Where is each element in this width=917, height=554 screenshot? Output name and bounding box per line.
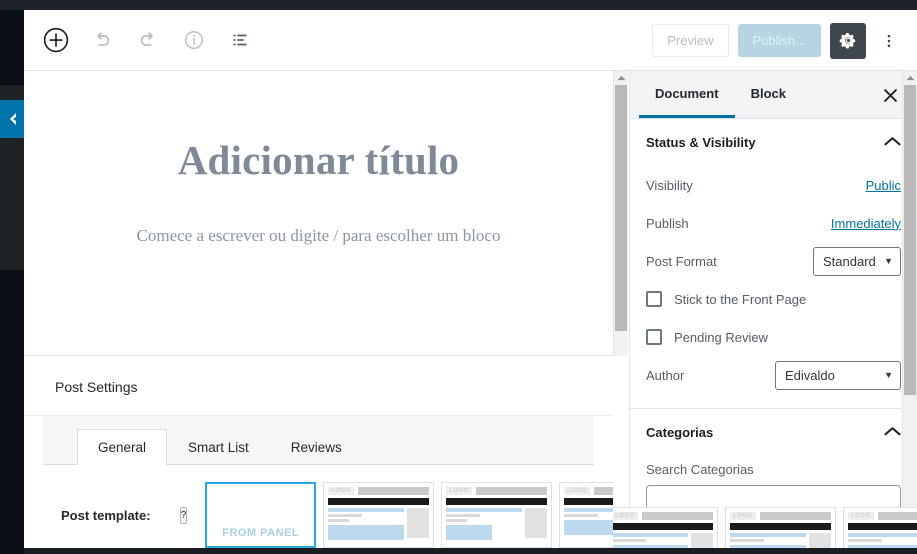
panel-status-visibility: Status & Visibility Visibility Public Pu… xyxy=(630,119,917,409)
preview-button[interactable]: Preview xyxy=(652,24,729,57)
pending-review-checkbox[interactable] xyxy=(646,329,662,345)
chevron-up-icon[interactable] xyxy=(884,134,901,152)
pending-review-label: Pending Review xyxy=(674,329,768,345)
publish-label: Publish xyxy=(646,215,689,231)
frame-top-bar xyxy=(0,0,917,10)
chevron-down-icon: ▼ xyxy=(884,370,893,380)
template-thumbnail-from-panel[interactable]: FROM PANEL xyxy=(205,482,317,548)
add-block-icon[interactable] xyxy=(38,22,74,58)
vertical-dots-icon[interactable] xyxy=(875,23,903,59)
tab-document[interactable]: Document xyxy=(639,71,735,118)
undo-icon[interactable] xyxy=(84,22,120,58)
chevron-up-icon[interactable] xyxy=(884,424,901,442)
post-template-row: Post template: ? FROM PANEL LOGO LOGO LO… xyxy=(43,465,613,548)
from-panel-label: FROM PANEL xyxy=(222,527,300,539)
panel-categorias-header[interactable]: Categorias xyxy=(630,409,917,456)
logo-placeholder: LOGO xyxy=(328,487,354,495)
chevron-down-icon: ▼ xyxy=(884,256,893,266)
help-icon[interactable]: ? xyxy=(179,506,188,524)
tab-general[interactable]: General xyxy=(77,429,168,465)
row-publish: Publish Immediately xyxy=(646,204,901,242)
toolbar-left-group xyxy=(24,22,258,58)
row-pending-review: Pending Review xyxy=(646,318,901,356)
tab-block[interactable]: Block xyxy=(735,71,802,118)
tab-smart-list[interactable]: Smart List xyxy=(167,429,270,464)
template-thumbnail[interactable]: LOGO xyxy=(559,482,613,548)
post-format-value: Standard xyxy=(823,253,876,269)
sidebar-tabstrip: Document Block xyxy=(630,71,917,119)
visibility-value-link[interactable]: Public xyxy=(866,178,901,193)
scroll-up-arrow-icon[interactable] xyxy=(903,71,917,85)
content-scrollbar[interactable] xyxy=(613,71,628,356)
post-settings-heading: Post Settings xyxy=(24,356,613,416)
editor-content-column: Adicionar título Comece a escrever ou di… xyxy=(24,71,613,548)
row-sticky: Stick to the Front Page xyxy=(646,280,901,318)
tab-reviews[interactable]: Reviews xyxy=(270,429,363,464)
list-view-icon[interactable] xyxy=(222,22,258,58)
settings-sidebar: Document Block Status & Visibility Visib… xyxy=(629,71,917,548)
panel-status-visibility-body: Visibility Public Publish Immediately Po… xyxy=(630,166,917,408)
post-title-input[interactable]: Adicionar título xyxy=(24,136,613,184)
metabox-tabstrip: General Smart List Reviews xyxy=(43,416,594,465)
editor-toolbar: Preview Publish... xyxy=(24,10,917,71)
sidebar-scrollbar[interactable] xyxy=(902,71,917,548)
panel-status-visibility-header[interactable]: Status & Visibility xyxy=(630,119,917,166)
template-thumbnail[interactable]: LOGO xyxy=(323,482,435,548)
logo-placeholder: LOGO xyxy=(564,487,590,495)
template-strip-overflow: LOGO LOGO LOGO xyxy=(613,507,917,548)
info-icon[interactable] xyxy=(176,22,212,58)
row-author: Author Edivaldo ▼ xyxy=(646,356,901,394)
post-template-label: Post template: xyxy=(61,507,151,523)
template-thumbnail-strip: FROM PANEL LOGO LOGO LOGO xyxy=(205,482,613,548)
gear-icon[interactable] xyxy=(830,22,866,59)
post-format-label: Post Format xyxy=(646,253,717,269)
template-thumbnail[interactable]: LOGO xyxy=(613,507,718,548)
row-post-format: Post Format Standard ▼ xyxy=(646,242,901,280)
post-body-placeholder[interactable]: Comece a escrever ou digite / para escol… xyxy=(24,226,613,246)
visibility-label: Visibility xyxy=(646,177,693,193)
sticky-checkbox[interactable] xyxy=(646,291,662,307)
panel-title: Categorias xyxy=(646,425,714,440)
row-visibility: Visibility Public xyxy=(646,166,901,204)
collapse-menu-arrow-icon[interactable] xyxy=(0,100,24,138)
toolbar-right-group: Preview Publish... xyxy=(652,10,903,71)
post-settings-metabox: Post Settings General Smart List Reviews… xyxy=(24,356,613,548)
sidebar-scrollbar-thumb[interactable] xyxy=(904,85,916,395)
author-value: Edivaldo xyxy=(785,367,835,383)
gutenberg-editor: Preview Publish... Adicionar título Come… xyxy=(24,10,917,548)
sticky-label: Stick to the Front Page xyxy=(674,291,807,307)
metabox-inner: General Smart List Reviews Post template… xyxy=(43,416,613,548)
template-thumbnail[interactable]: LOGO xyxy=(725,507,836,548)
author-label: Author xyxy=(646,367,685,383)
template-thumbnail[interactable]: LOGO xyxy=(441,482,553,548)
logo-placeholder: LOGO xyxy=(446,487,472,495)
scroll-up-arrow-icon[interactable] xyxy=(614,71,628,85)
search-categorias-label: Search Categorias xyxy=(646,462,754,477)
template-thumbnail[interactable]: LOGO xyxy=(843,507,917,548)
browser-frame: Preview Publish... Adicionar título Come… xyxy=(0,0,917,554)
publish-value-link[interactable]: Immediately xyxy=(831,216,901,231)
post-format-select[interactable]: Standard ▼ xyxy=(813,246,901,276)
publish-button[interactable]: Publish... xyxy=(737,24,821,57)
author-select[interactable]: Edivaldo ▼ xyxy=(775,360,901,390)
redo-icon[interactable] xyxy=(130,22,166,58)
content-scrollbar-thumb[interactable] xyxy=(615,85,627,331)
panel-title: Status & Visibility xyxy=(646,135,756,150)
